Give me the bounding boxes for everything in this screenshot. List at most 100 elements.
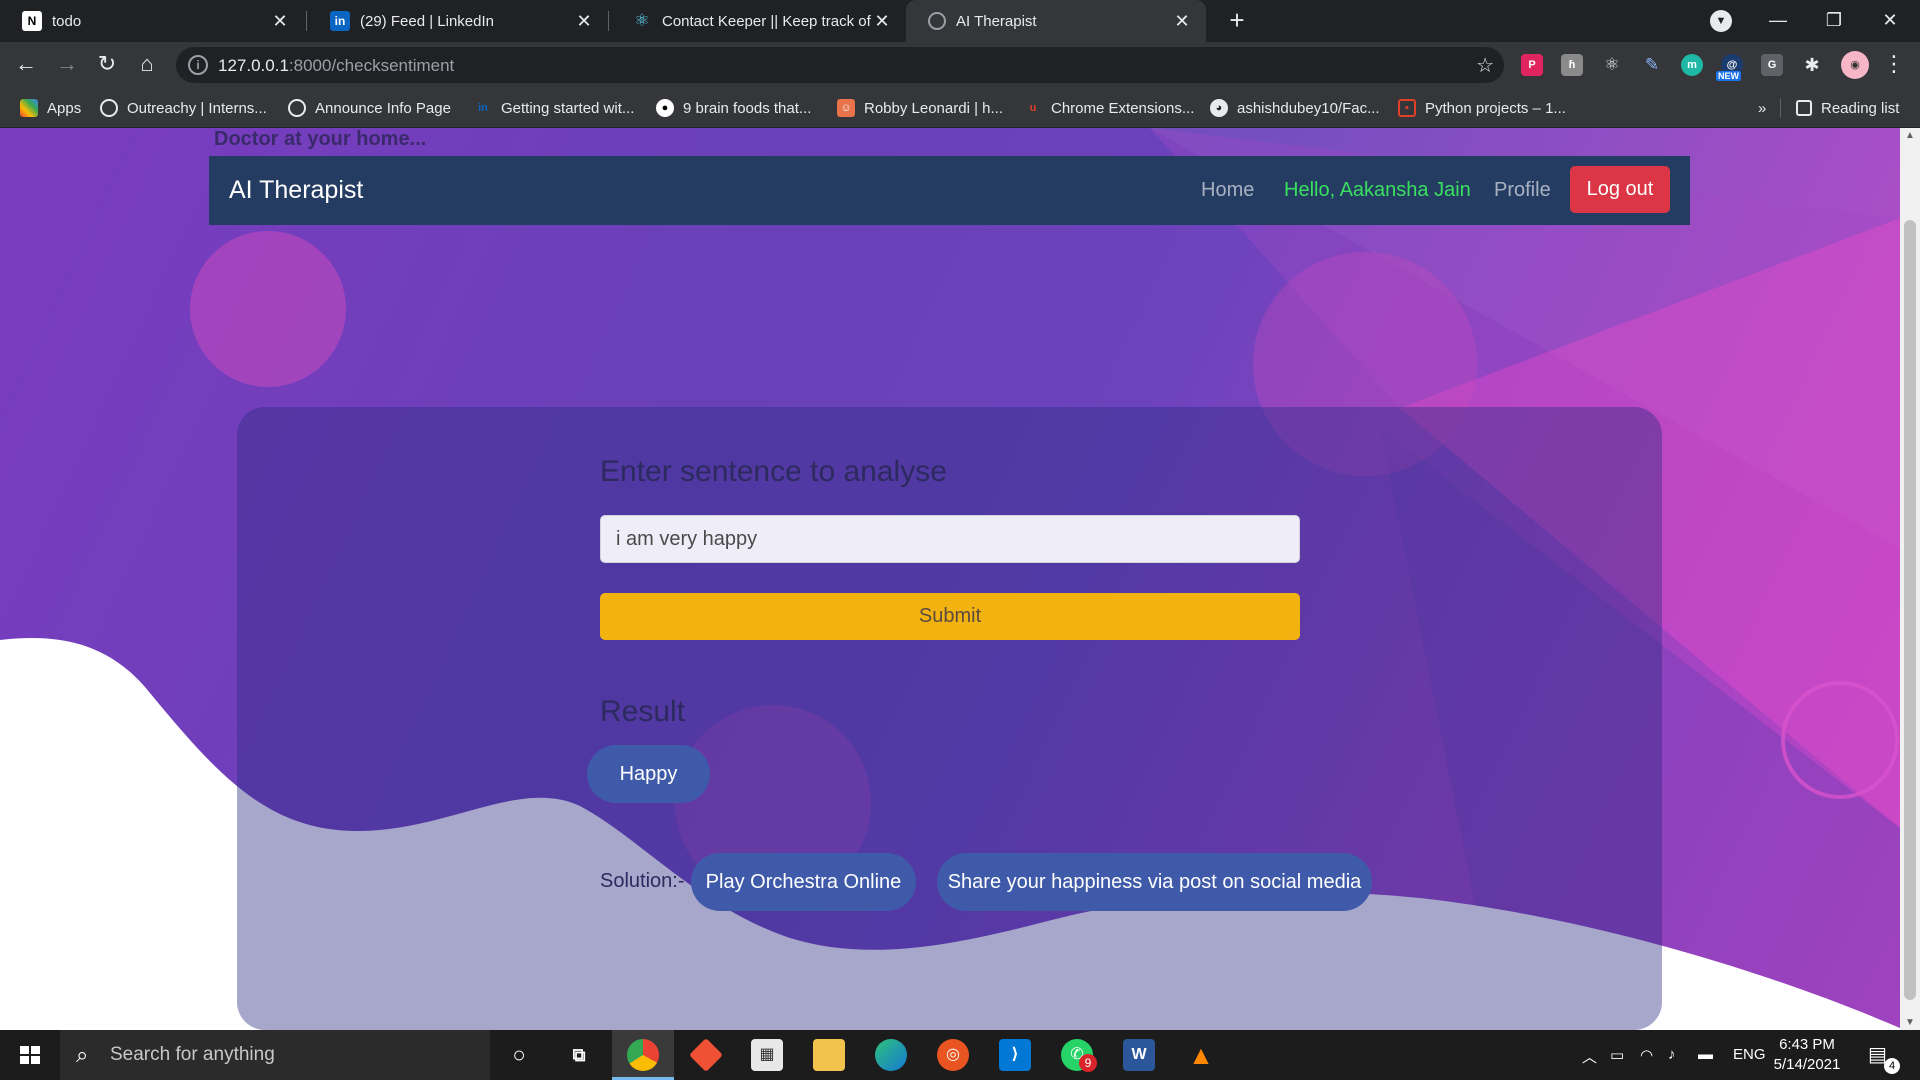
tab-contact-keeper[interactable]: ⚛ Contact Keeper || Keep track of your c… — [610, 0, 906, 42]
tab-todo[interactable]: N todo ✕ — [0, 0, 304, 42]
bookmark-label: Getting started wit... — [501, 99, 635, 117]
menu-icon[interactable]: ⋮ — [1878, 49, 1910, 81]
language-indicator[interactable]: ENG — [1733, 1046, 1766, 1063]
scroll-down-icon[interactable]: ▼ — [1900, 1017, 1920, 1028]
solution-play-orchestra-button[interactable]: Play Orchestra Online — [691, 853, 916, 911]
tab-search-icon[interactable]: ▼ — [1710, 10, 1732, 32]
close-window-button[interactable]: ✕ — [1862, 0, 1918, 42]
nav-home-link[interactable]: Home — [1201, 179, 1254, 202]
close-icon[interactable]: ✕ — [1172, 11, 1192, 32]
git-icon[interactable] — [689, 1038, 723, 1072]
bookmarks-overflow-button[interactable]: » — [1758, 98, 1766, 118]
grammarly-icon[interactable]: G — [1761, 54, 1783, 76]
browser-toolbar: ← → ↻ ⌂ i 127.0.0.1:8000/checksentiment … — [0, 42, 1920, 88]
navbar: AI Therapist Home Hello, Aakansha Jain P… — [209, 156, 1690, 225]
bookmark-apps[interactable]: Apps — [20, 98, 81, 118]
close-icon[interactable]: ✕ — [574, 11, 594, 32]
bookmark-robby[interactable]: ☺ Robby Leonardi | h... — [837, 98, 1003, 118]
wifi-icon[interactable]: ◠ — [1640, 1046, 1653, 1064]
windows-start-button[interactable] — [0, 1030, 60, 1080]
divider — [1780, 98, 1781, 118]
battery-icon[interactable]: ▬ — [1698, 1046, 1713, 1063]
close-icon[interactable]: ✕ — [872, 11, 892, 32]
pen-icon[interactable]: ✎ — [1641, 54, 1663, 76]
clock-date: 5/14/2021 — [1773, 1056, 1841, 1073]
bookmark-star-icon[interactable]: ☆ — [1476, 53, 1494, 78]
tab-ai-therapist[interactable]: AI Therapist ✕ — [906, 0, 1206, 42]
reload-icon[interactable]: ↻ — [91, 49, 123, 81]
react-icon: ⚛ — [634, 11, 650, 30]
bookmark-brain-foods[interactable]: ● 9 brain foods that... — [656, 98, 811, 118]
vlc-icon[interactable]: ▲ — [1185, 1039, 1217, 1071]
ubuntu-icon[interactable]: ◎ — [937, 1039, 969, 1071]
reading-list-label: Reading list — [1821, 99, 1900, 117]
sentiment-badge: Happy — [587, 745, 710, 803]
minimize-button[interactable]: — — [1750, 0, 1806, 42]
scrollbar-thumb[interactable] — [1904, 220, 1916, 1000]
bookmark-announce[interactable]: Announce Info Page — [288, 98, 451, 118]
extension-icon[interactable]: ɦ — [1561, 54, 1583, 76]
pocket-icon[interactable]: P — [1521, 54, 1543, 76]
react-devtools-icon[interactable]: ⚛ — [1601, 54, 1623, 76]
url-text[interactable]: 127.0.0.1:8000/checksentiment — [218, 56, 454, 76]
edge-icon[interactable] — [875, 1039, 907, 1071]
home-icon[interactable]: ⌂ — [131, 49, 163, 81]
brand-logo[interactable]: AI Therapist — [229, 176, 363, 205]
file-explorer-icon[interactable] — [813, 1039, 845, 1071]
task-view-icon[interactable]: ⧉ — [563, 1039, 595, 1071]
back-icon[interactable]: ← — [10, 49, 42, 81]
tray-expand-icon[interactable]: ︿ — [1582, 1046, 1597, 1067]
slides-icon: ▪ — [1398, 99, 1416, 117]
linkedin-icon: in — [478, 102, 488, 114]
word-icon[interactable]: W — [1123, 1039, 1155, 1071]
vscode-icon[interactable]: ⟩ — [999, 1039, 1031, 1071]
forward-icon[interactable]: → — [51, 49, 83, 81]
site-info-icon[interactable]: i — [188, 55, 208, 75]
tab-linkedin[interactable]: in (29) Feed | LinkedIn ✕ — [308, 0, 608, 42]
tagline: Doctor at your home... — [214, 128, 427, 150]
bookmark-label: Announce Info Page — [315, 99, 451, 117]
tab-title: todo — [52, 12, 82, 30]
panda-icon: ● — [656, 99, 674, 117]
logout-button[interactable]: Log out — [1570, 166, 1670, 213]
volume-icon[interactable]: ♪ — [1668, 1046, 1676, 1063]
tab-title: (29) Feed | LinkedIn — [360, 12, 494, 30]
bookmark-github[interactable]: ◕ ashishdubey10/Fac... — [1210, 98, 1380, 118]
m-extension-icon[interactable]: m — [1681, 54, 1703, 76]
submit-button[interactable]: Submit — [600, 593, 1300, 640]
reading-list-icon — [1796, 100, 1812, 116]
bookmark-label: 9 brain foods that... — [683, 99, 812, 117]
chrome-icon[interactable] — [627, 1039, 659, 1071]
bookmark-outreachy[interactable]: Outreachy | Interns... — [100, 98, 267, 118]
bookmark-getting-started[interactable]: in Getting started wit... — [474, 98, 634, 118]
close-icon[interactable]: ✕ — [270, 11, 290, 32]
sentence-input[interactable] — [600, 515, 1300, 563]
tab-strip: N todo ✕ in (29) Feed | LinkedIn ✕ ⚛ Con… — [0, 0, 1920, 42]
cortana-icon[interactable]: ○ — [503, 1039, 535, 1071]
globe-icon — [100, 99, 118, 117]
taskbar-search[interactable]: ⌕ Search for anything — [60, 1030, 490, 1080]
linkedin-icon: in — [330, 11, 350, 31]
search-placeholder: Search for anything — [110, 1044, 275, 1065]
solution-share-happiness-button[interactable]: Share your happiness via post on social … — [937, 853, 1372, 911]
new-tab-button[interactable]: + — [1222, 6, 1252, 36]
bookmark-label: Python projects – 1... — [1425, 99, 1566, 117]
nav-greeting[interactable]: Hello, Aakansha Jain — [1284, 179, 1471, 202]
address-bar[interactable]: i 127.0.0.1:8000/checksentiment ☆ — [176, 47, 1504, 83]
avatar[interactable]: ◉ — [1841, 51, 1869, 79]
bookmark-label: Apps — [47, 99, 82, 117]
reading-list-button[interactable]: Reading list — [1796, 98, 1899, 118]
store-icon[interactable]: ▦ — [751, 1039, 783, 1071]
puzzle-icon[interactable]: ✱ — [1801, 54, 1823, 76]
meet-icon[interactable]: ▭ — [1610, 1046, 1624, 1064]
form-heading: Enter sentence to analyse — [600, 455, 947, 488]
restore-button[interactable]: ❐ — [1806, 0, 1862, 42]
bookmark-python[interactable]: ▪ Python projects – 1... — [1398, 98, 1566, 118]
notion-icon: N — [22, 11, 42, 31]
system-clock[interactable]: 6:43 PM 5/14/2021 — [1762, 1035, 1852, 1075]
scroll-up-icon[interactable]: ▲ — [1900, 130, 1920, 141]
nav-profile-link[interactable]: Profile — [1494, 179, 1551, 202]
bookmark-label: ashishdubey10/Fac... — [1237, 99, 1380, 117]
page-scrollbar[interactable]: ▲ ▼ — [1900, 128, 1920, 1030]
bookmark-chrome-ext[interactable]: u Chrome Extensions... — [1024, 98, 1195, 118]
